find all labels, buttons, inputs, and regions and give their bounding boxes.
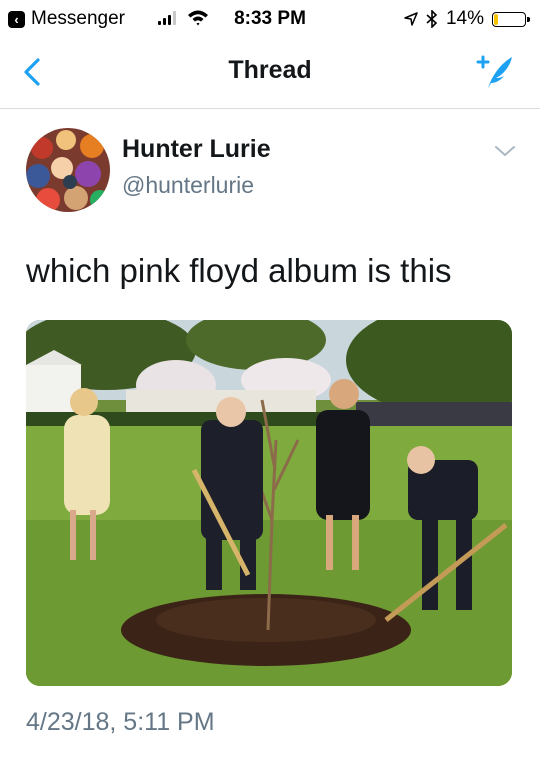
user-handle[interactable]: @hunterlurie	[122, 172, 254, 199]
compose-tweet-icon[interactable]	[474, 50, 518, 94]
bluetooth-icon	[426, 10, 438, 28]
battery-percent: 14%	[445, 8, 484, 29]
tweet-text: which pink floyd album is this	[26, 252, 452, 289]
chevron-down-icon[interactable]	[494, 144, 516, 158]
navigation-bar: Thread	[0, 36, 540, 109]
status-bar: ‹ Messenger 8:33 PM 14%	[0, 0, 540, 36]
avatar[interactable]	[26, 128, 110, 212]
page-title: Thread	[228, 56, 312, 84]
battery-icon	[492, 11, 530, 27]
tree-planting-photo	[26, 320, 512, 686]
battery-level-fill	[494, 13, 498, 25]
tweet-timestamp: 4/23/18, 5:11 PM	[26, 708, 215, 736]
tweet-photo[interactable]	[26, 320, 512, 686]
display-name[interactable]: Hunter Lurie	[122, 135, 271, 164]
location-arrow-icon	[404, 12, 418, 26]
